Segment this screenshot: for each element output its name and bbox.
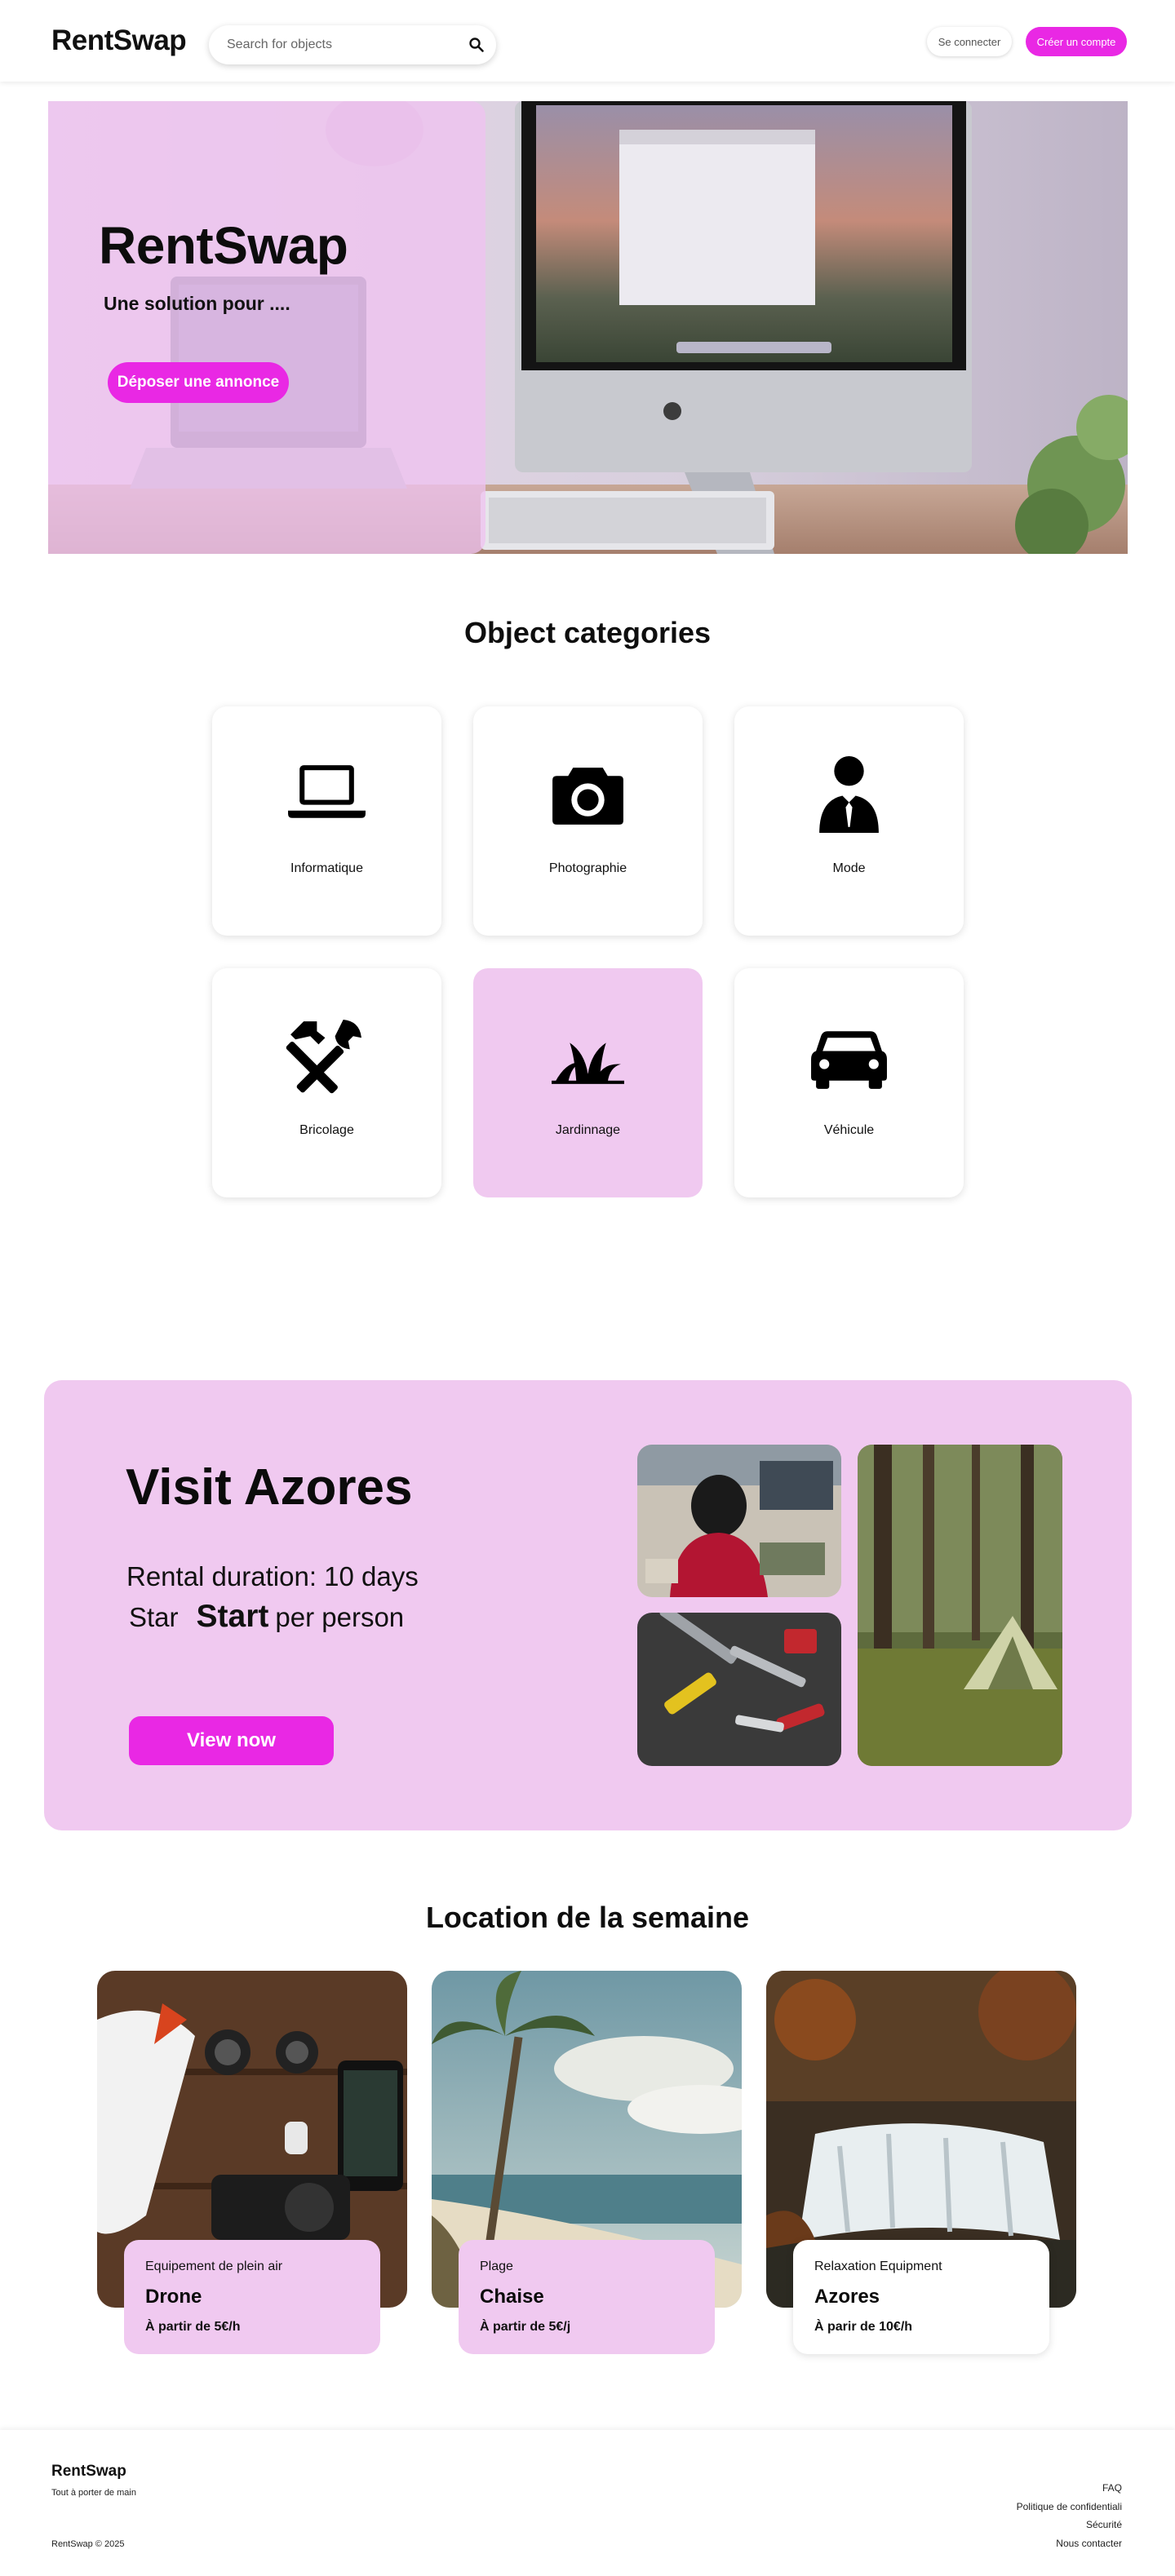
footer-link-faq[interactable]: FAQ xyxy=(1017,2479,1122,2498)
promo-image-electronics xyxy=(637,1445,841,1597)
car-icon xyxy=(811,1031,887,1089)
category-label: Informatique xyxy=(290,861,363,875)
login-button[interactable]: Se connecter xyxy=(927,27,1012,56)
hero-subtitle: Une solution pour .... xyxy=(104,293,290,314)
search-icon[interactable] xyxy=(468,37,485,53)
logo[interactable]: RentSwap xyxy=(51,24,187,57)
category-card-informatique[interactable]: Informatique xyxy=(212,706,441,936)
weekly-title: Location de la semaine xyxy=(425,1901,750,1934)
search-input[interactable] xyxy=(227,35,455,55)
footer-link-contact[interactable]: Nous contacter xyxy=(1017,2534,1122,2553)
laptop-icon xyxy=(288,765,366,818)
grass-icon xyxy=(552,1042,624,1084)
listing-category: Plage xyxy=(480,2260,513,2273)
post-listing-button[interactable]: Déposer une annonce xyxy=(108,362,289,403)
footer-copyright: RentSwap © 2025 xyxy=(51,2539,125,2549)
category-card-bricolage[interactable]: Bricolage xyxy=(212,968,441,1197)
listing-price: À partir de 5€/h xyxy=(145,2320,241,2334)
footer-links: FAQ Politique de confidentiali Sécurité … xyxy=(1017,2479,1122,2552)
hero-title: RentSwap xyxy=(99,216,348,275)
promo-start-word: Start xyxy=(196,1599,269,1634)
category-label: Bricolage xyxy=(299,1123,354,1137)
site-footer: RentSwap Tout à porter de main RentSwap … xyxy=(0,2430,1175,2576)
footer-tagline: Tout à porter de main xyxy=(51,2488,136,2498)
promo-banner: Visit Azores Rental duration: 10 days St… xyxy=(44,1380,1132,1830)
categories-title: Object categories xyxy=(463,616,712,649)
view-now-button[interactable]: View now xyxy=(129,1716,334,1765)
promo-image-forest-camping xyxy=(858,1445,1062,1766)
promo-title: Visit Azores xyxy=(126,1459,413,1516)
hero-overlay-panel: RentSwap Une solution pour .... Déposer … xyxy=(48,101,486,554)
promo-price-line: Star Start per person xyxy=(129,1599,404,1635)
category-label: Jardinnage xyxy=(555,1123,621,1137)
promo-image-tools xyxy=(637,1613,841,1766)
weekly-info-azores[interactable]: Relaxation Equipment Azores À parir de 1… xyxy=(793,2240,1049,2354)
listing-name: Azores xyxy=(814,2286,880,2308)
weekly-info-drone[interactable]: Equipement de plein air Drone À partir d… xyxy=(124,2240,380,2354)
category-label: Photographie xyxy=(548,861,627,875)
signup-button[interactable]: Créer un compte xyxy=(1026,27,1127,56)
listing-price: À partir de 5€/j xyxy=(480,2320,571,2334)
promo-start-suffix: per person xyxy=(275,1602,405,1632)
listing-price: À parir de 10€/h xyxy=(814,2320,913,2334)
listing-category: Relaxation Equipment xyxy=(814,2260,942,2273)
promo-duration: Rental duration: 10 days xyxy=(126,1561,419,1591)
category-card-vehicule[interactable]: Véhicule xyxy=(734,968,964,1197)
search-bar[interactable] xyxy=(209,25,496,64)
hero-banner: RentSwap Une solution pour .... Déposer … xyxy=(48,101,1128,554)
category-card-mode[interactable]: Mode xyxy=(734,706,964,936)
promo-start-prefix: Star xyxy=(129,1602,179,1632)
footer-brand: RentSwap xyxy=(51,2463,126,2480)
category-label: Mode xyxy=(832,861,866,875)
site-header: RentSwap Se connecter Créer un compte xyxy=(0,0,1175,82)
listing-name: Chaise xyxy=(480,2286,544,2308)
listing-category: Equipement de plein air xyxy=(145,2260,283,2273)
footer-link-privacy[interactable]: Politique de confidentiali xyxy=(1017,2498,1122,2516)
weekly-info-chaise[interactable]: Plage Chaise À partir de 5€/j xyxy=(459,2240,715,2354)
person-tie-icon xyxy=(819,756,879,833)
category-card-photographie[interactable]: Photographie xyxy=(473,706,703,936)
category-label: Véhicule xyxy=(823,1123,875,1137)
category-card-jardinnage[interactable]: Jardinnage xyxy=(473,968,703,1197)
listing-name: Drone xyxy=(145,2286,202,2308)
tools-icon xyxy=(286,1020,361,1094)
footer-link-security[interactable]: Sécurité xyxy=(1017,2516,1122,2534)
camera-icon xyxy=(552,768,623,825)
